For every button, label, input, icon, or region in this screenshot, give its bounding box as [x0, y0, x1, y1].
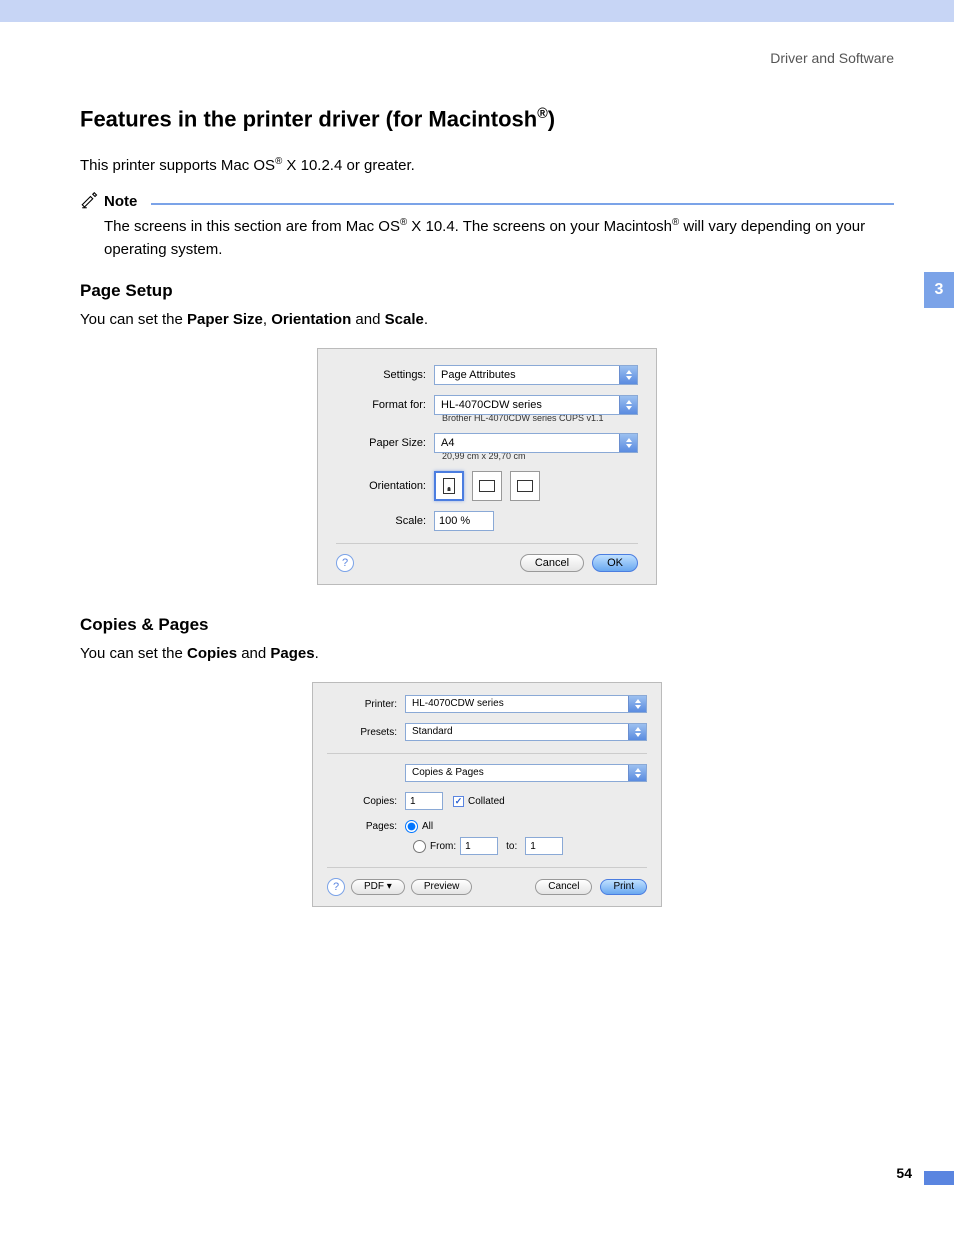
note-header-row: Note [80, 192, 894, 210]
note-divider [151, 203, 894, 205]
copies-label: Copies: [327, 796, 405, 807]
page-title: Features in the printer driver (for Maci… [80, 106, 894, 132]
help-button[interactable]: ? [336, 554, 354, 572]
title-sup: ® [537, 106, 548, 122]
updown-arrows-icon [619, 396, 637, 414]
dialog-divider [327, 753, 647, 754]
cp-desc-b2: Pages [270, 645, 314, 662]
ps-desc-suffix: . [424, 311, 428, 328]
pages-all-label: All [422, 821, 433, 832]
cancel-button[interactable]: Cancel [520, 554, 584, 572]
page-tab [924, 1171, 954, 1185]
papersize-label: Paper Size: [336, 437, 434, 449]
pages-to-input[interactable] [525, 837, 563, 855]
section-pagesetup-desc: You can set the Paper Size, Orientation … [80, 311, 894, 328]
pages-to-label: to: [506, 841, 517, 852]
orientation-portrait-button[interactable] [434, 471, 464, 501]
landscape-left-icon [479, 480, 495, 492]
papersize-value: A4 [441, 434, 454, 452]
updown-arrows-icon [619, 434, 637, 452]
collated-label: Collated [468, 796, 505, 807]
formatfor-select[interactable]: HL-4070CDW series [434, 395, 638, 415]
cp-desc-prefix: You can set the [80, 645, 187, 662]
copies-input[interactable] [405, 792, 443, 810]
page-setup-dialog: Settings: Page Attributes Format for: HL… [317, 348, 657, 585]
presets-value: Standard [412, 723, 453, 741]
pages-from-input[interactable] [460, 837, 498, 855]
landscape-right-icon [517, 480, 533, 492]
updown-arrows-icon [628, 724, 646, 740]
help-button[interactable]: ? [327, 878, 345, 896]
presets-select[interactable]: Standard [405, 723, 647, 741]
note-body: The screens in this section are from Mac… [104, 216, 894, 261]
updown-arrows-icon [628, 696, 646, 712]
orientation-landscape-left-button[interactable] [472, 471, 502, 501]
scale-input[interactable] [434, 511, 494, 531]
dialog-divider [336, 543, 638, 544]
cp-desc-b1: Copies [187, 645, 237, 662]
print-button[interactable]: Print [600, 879, 647, 895]
presets-label: Presets: [327, 727, 405, 738]
section-copies-heading: Copies & Pages [80, 615, 894, 635]
ps-desc-b2: Orientation [271, 311, 351, 328]
collated-checkbox[interactable]: ✓ [453, 796, 464, 807]
printer-select[interactable]: HL-4070CDW series [405, 695, 647, 713]
title-prefix: Features in the printer driver (for Maci… [80, 106, 537, 131]
pages-from-label: From: [430, 841, 456, 852]
preview-button[interactable]: Preview [411, 879, 473, 895]
dialog-divider [327, 867, 647, 868]
formatfor-value: HL-4070CDW series [441, 396, 542, 414]
note-label: Note [104, 193, 137, 210]
scale-label: Scale: [336, 515, 434, 527]
intro-suffix: X 10.2.4 or greater. [282, 157, 415, 174]
papersize-select[interactable]: A4 [434, 433, 638, 453]
pages-from-radio[interactable] [413, 840, 426, 853]
ps-desc-prefix: You can set the [80, 311, 187, 328]
pages-label: Pages: [327, 821, 405, 832]
cp-desc-sep: and [237, 645, 270, 662]
ps-desc-b3: Scale [385, 311, 424, 328]
updown-arrows-icon [619, 366, 637, 384]
printer-label: Printer: [327, 699, 405, 710]
ps-desc-sep2: and [351, 311, 384, 328]
settings-select[interactable]: Page Attributes [434, 365, 638, 385]
settings-label: Settings: [336, 369, 434, 381]
panel-value: Copies & Pages [412, 764, 484, 782]
formatfor-label: Format for: [336, 399, 434, 411]
print-dialog: Printer: HL-4070CDW series Presets: Stan… [312, 682, 662, 907]
pages-all-radio[interactable] [405, 820, 418, 833]
breadcrumb: Driver and Software [80, 50, 894, 66]
chapter-tab: 3 [924, 272, 954, 308]
section-copies-desc: You can set the Copies and Pages. [80, 645, 894, 662]
note-mid: X 10.4. The screens on your Macintosh [407, 218, 672, 235]
intro-text: This printer supports Mac OS® X 10.2.4 o… [80, 156, 894, 174]
cancel-button[interactable]: Cancel [535, 879, 592, 895]
portrait-icon [443, 478, 455, 494]
ps-desc-sep1: , [263, 311, 271, 328]
panel-select[interactable]: Copies & Pages [405, 764, 647, 782]
cp-desc-suffix: . [315, 645, 319, 662]
title-suffix: ) [548, 106, 555, 131]
pdf-button[interactable]: PDF ▾ [351, 879, 405, 895]
ps-desc-b1: Paper Size [187, 311, 263, 328]
note-prefix: The screens in this section are from Mac… [104, 218, 400, 235]
section-pagesetup-heading: Page Setup [80, 281, 894, 301]
orientation-landscape-right-button[interactable] [510, 471, 540, 501]
ok-button[interactable]: OK [592, 554, 638, 572]
page-number: 54 [896, 1165, 912, 1181]
top-stripe [0, 0, 954, 22]
pencil-note-icon [80, 192, 98, 210]
settings-value: Page Attributes [441, 366, 516, 384]
intro-prefix: This printer supports Mac OS [80, 157, 275, 174]
updown-arrows-icon [628, 765, 646, 781]
printer-value: HL-4070CDW series [412, 695, 504, 713]
orientation-label: Orientation: [336, 480, 434, 492]
